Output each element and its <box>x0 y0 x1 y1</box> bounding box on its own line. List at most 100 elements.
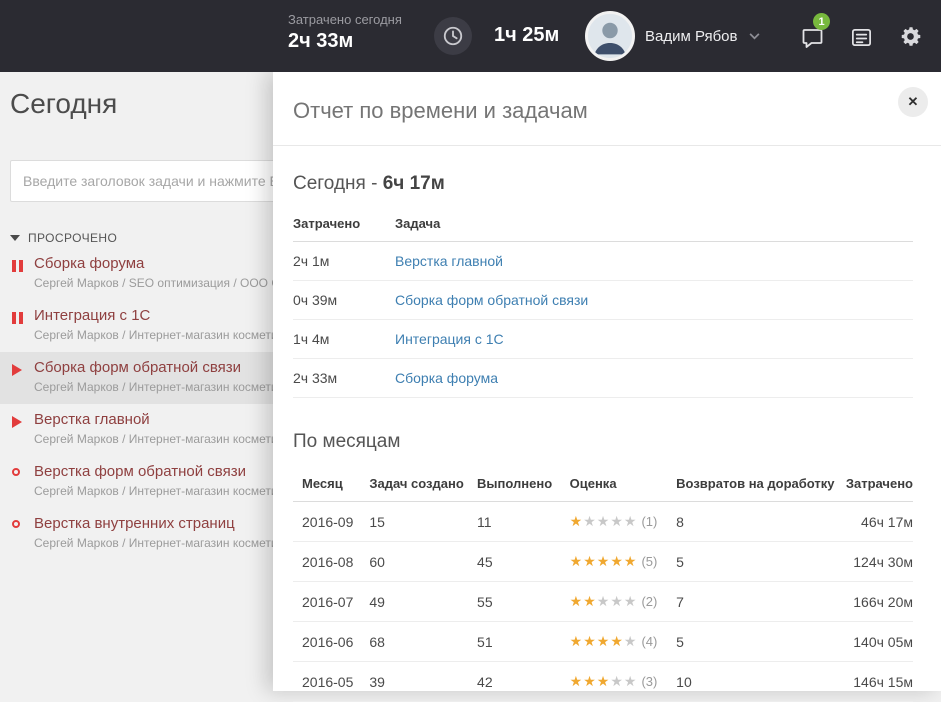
star-icon: ★ <box>583 673 597 689</box>
month-cell: 2016-08 <box>293 542 369 582</box>
spent-cell: 124ч 30м <box>846 542 913 582</box>
spent-cell: 1ч 4м <box>293 320 395 359</box>
collapse-triangle-icon <box>10 235 20 241</box>
star-icon: ★ <box>583 633 597 649</box>
today-heading: Сегодня - 6ч 17м <box>293 173 913 195</box>
play-status-icon[interactable] <box>12 416 22 428</box>
today-table: Затрачено Задача 2ч 1мВерстка главной0ч … <box>293 207 913 398</box>
today-table-row: 1ч 4мИнтеграция с 1С <box>293 320 913 359</box>
months-table-row: 2016-053942★★★★★(3)10146ч 15м <box>293 662 913 702</box>
rating-count: (2) <box>641 594 657 609</box>
star-icon: ★ <box>624 633 638 649</box>
timer-button[interactable] <box>434 17 472 55</box>
time-spent-today: Затрачено сегодня 2ч 33м <box>288 12 402 53</box>
star-icon: ★ <box>570 593 584 609</box>
returns-cell: 10 <box>676 662 846 702</box>
star-icon: ★ <box>624 593 638 609</box>
star-icon: ★ <box>583 513 597 529</box>
task-link[interactable]: Сборка форума <box>395 370 498 386</box>
month-cell: 2016-07 <box>293 582 369 622</box>
play-status-icon[interactable] <box>12 364 22 376</box>
rating-count: (5) <box>641 554 657 569</box>
circle-status-icon[interactable] <box>12 520 20 528</box>
star-icon: ★ <box>570 513 584 529</box>
today-total: 6ч 17м <box>383 173 445 194</box>
done-cell: 42 <box>477 662 570 702</box>
created-cell: 39 <box>369 662 477 702</box>
chat-button[interactable]: 1 <box>800 26 826 50</box>
col-header-done: Выполнено <box>477 467 570 502</box>
rating-count: (4) <box>641 634 657 649</box>
spent-cell: 166ч 20м <box>846 582 913 622</box>
rating-count: (3) <box>641 674 657 689</box>
report-button[interactable] <box>850 26 873 49</box>
done-cell: 11 <box>477 502 570 542</box>
settings-button[interactable] <box>898 24 923 49</box>
star-icon: ★ <box>597 633 611 649</box>
col-header-created: Задач создано <box>369 467 477 502</box>
rating-cell: ★★★★★(5) <box>570 542 677 582</box>
pause-status-icon[interactable] <box>12 260 23 272</box>
topbar: Затрачено сегодня 2ч 33м 1ч 25м Вадим Ря… <box>0 0 941 72</box>
returns-cell: 7 <box>676 582 846 622</box>
star-icon: ★ <box>610 633 624 649</box>
rating-cell: ★★★★★(2) <box>570 582 677 622</box>
chevron-down-icon <box>749 33 760 40</box>
spent-cell: 140ч 05м <box>846 622 913 662</box>
circle-status-icon[interactable] <box>12 468 20 476</box>
star-icon: ★ <box>583 593 597 609</box>
chat-badge: 1 <box>813 13 830 30</box>
spent-cell: 2ч 33м <box>293 359 395 398</box>
returns-cell: 5 <box>676 622 846 662</box>
month-cell: 2016-05 <box>293 662 369 702</box>
star-icon: ★ <box>570 673 584 689</box>
star-icon: ★ <box>570 553 584 569</box>
star-icon: ★ <box>610 593 624 609</box>
star-icon: ★ <box>624 553 638 569</box>
rating-cell: ★★★★★(4) <box>570 622 677 662</box>
task-cell: Сборка форума <box>395 359 913 398</box>
task-link[interactable]: Верстка главной <box>395 253 503 269</box>
col-header-month: Месяц <box>293 467 369 502</box>
gear-icon <box>898 24 923 49</box>
star-icon: ★ <box>597 673 611 689</box>
today-table-row: 2ч 33мСборка форума <box>293 359 913 398</box>
created-cell: 49 <box>369 582 477 622</box>
pause-status-icon[interactable] <box>12 312 23 324</box>
task-link[interactable]: Интеграция с 1С <box>395 331 504 347</box>
overdue-section-header[interactable]: ПРОСРОЧЕНО <box>10 231 117 245</box>
star-icon: ★ <box>624 513 638 529</box>
star-icon: ★ <box>624 673 638 689</box>
months-table-row: 2016-074955★★★★★(2)7166ч 20м <box>293 582 913 622</box>
page-title: Сегодня <box>10 88 117 120</box>
active-timer-value: 1ч 25м <box>494 24 559 47</box>
avatar[interactable] <box>585 11 635 61</box>
close-button[interactable]: ✕ <box>898 87 928 117</box>
months-table-body: 2016-091511★★★★★(1)846ч 17м2016-086045★★… <box>293 502 913 702</box>
overdue-label: ПРОСРОЧЕНО <box>28 231 117 245</box>
today-table-row: 2ч 1мВерстка главной <box>293 242 913 281</box>
month-cell: 2016-09 <box>293 502 369 542</box>
task-cell: Сборка форм обратной связи <box>395 281 913 320</box>
rating-cell: ★★★★★(3) <box>570 662 677 702</box>
months-table-header-row: Месяц Задач создано Выполнено Оценка Воз… <box>293 467 913 502</box>
done-cell: 45 <box>477 542 570 582</box>
star-icon: ★ <box>583 553 597 569</box>
star-icon: ★ <box>597 513 611 529</box>
col-header-spent: Затрачено <box>846 467 913 502</box>
today-heading-text: Сегодня - <box>293 173 383 194</box>
today-table-body: 2ч 1мВерстка главной0ч 39мСборка форм об… <box>293 242 913 398</box>
task-link[interactable]: Сборка форм обратной связи <box>395 292 588 308</box>
report-panel-header: Отчет по времени и задачам ✕ <box>273 72 941 146</box>
today-table-row: 0ч 39мСборка форм обратной связи <box>293 281 913 320</box>
star-icon: ★ <box>610 513 624 529</box>
user-name: Вадим Рябов <box>645 28 738 45</box>
spent-today-label: Затрачено сегодня <box>288 12 402 27</box>
clock-icon <box>442 25 464 47</box>
user-menu[interactable]: Вадим Рябов <box>585 0 760 72</box>
col-header-returns: Возвратов на доработку <box>676 467 846 502</box>
spent-cell: 46ч 17м <box>846 502 913 542</box>
report-panel-body: Сегодня - 6ч 17м Затрачено Задача 2ч 1мВ… <box>273 173 941 702</box>
spent-today-value: 2ч 33м <box>288 30 402 53</box>
col-header-task: Задача <box>395 207 913 242</box>
